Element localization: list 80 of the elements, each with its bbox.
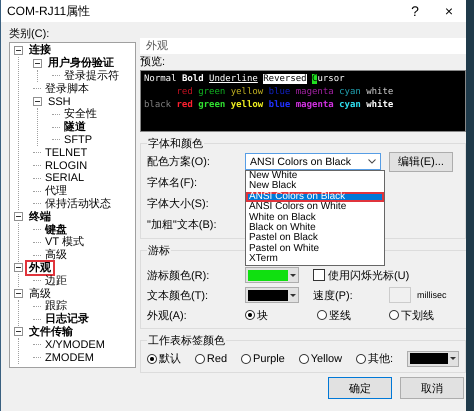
collapse-icon[interactable]	[14, 212, 23, 222]
radio-button[interactable]: 其他:	[356, 351, 394, 366]
radio-button[interactable]: 下划线	[389, 308, 461, 322]
section-title: 外观	[146, 40, 168, 52]
scheme-dropdown[interactable]: ANSI Colors on Black	[245, 153, 381, 170]
field-label: "加粗"文本(B):	[147, 218, 218, 232]
preview-label: 预览:	[140, 55, 166, 70]
field-label: 速度(P):	[313, 288, 354, 302]
cancel-button[interactable]: 取消	[400, 377, 464, 399]
field-label: 配色方案(O):	[147, 154, 211, 169]
tree-item[interactable]: VT 模式	[43, 236, 86, 248]
dropdown-option[interactable]: Black on White	[246, 223, 384, 234]
radio-button[interactable]: Purple	[241, 352, 285, 364]
field-label: 外观(A):	[147, 308, 188, 322]
dropdown-option[interactable]: ANSI Colors on Black	[246, 192, 384, 202]
collapse-icon[interactable]	[33, 58, 42, 68]
collapse-icon[interactable]	[14, 263, 23, 272]
tree-item[interactable]: 安全性	[62, 108, 99, 120]
tree-item[interactable]: 登录脚本	[43, 82, 91, 95]
dropdown-option[interactable]: New White	[246, 171, 384, 182]
radio-button[interactable]: Yellow	[298, 352, 342, 364]
close-button[interactable]: ×	[432, 0, 466, 22]
tree-item[interactable]: SERIAL	[43, 172, 86, 184]
tree-item[interactable]: 隧道	[62, 121, 88, 134]
collapse-icon[interactable]	[33, 97, 42, 106]
tree-item[interactable]: ZMODEM	[43, 352, 96, 364]
tree-item[interactable]: 文件传输	[27, 326, 75, 338]
unit-label: millisec	[417, 290, 447, 300]
collapse-icon[interactable]	[14, 46, 23, 55]
blink-checkbox[interactable]: 使用闪烁光标(U)	[313, 268, 410, 282]
tree-item[interactable]: 日志记录	[43, 313, 91, 326]
tree-item[interactable]: RLOGIN	[43, 160, 90, 172]
tree-item[interactable]: 终端	[27, 210, 53, 223]
field-label: 字体大小(S):	[147, 196, 210, 211]
tree-item[interactable]: SSH	[46, 96, 73, 108]
tree-item[interactable]: X/YMODEM	[43, 338, 107, 351]
group-title: 工作表标签颜色	[147, 334, 226, 348]
radio-button[interactable]: 竖线	[317, 308, 389, 322]
edit-button[interactable]: 编辑(E)...	[389, 152, 453, 172]
tree-item[interactable]: 用户身份验证	[46, 57, 116, 70]
dropdown-option[interactable]: ANSI Colors on White	[246, 202, 384, 213]
radio-button[interactable]: Red	[194, 352, 228, 364]
tree-item[interactable]: 高级	[27, 288, 53, 300]
color-picker[interactable]	[245, 267, 299, 283]
radio-button[interactable]: 默认	[147, 351, 181, 366]
window-title: COM-RJ11属性	[7, 2, 92, 20]
tree-item[interactable]: 键盘	[43, 224, 69, 236]
radio-button[interactable]: 块	[245, 308, 317, 322]
tree-item[interactable]: 保持活动状态	[43, 198, 113, 210]
dropdown-option[interactable]: Pastel on Black	[246, 233, 384, 244]
field-label: 字体名(F):	[147, 176, 198, 190]
dropdown-option[interactable]: XTerm	[246, 254, 384, 265]
tree-item[interactable]: 代理	[43, 185, 69, 198]
tree-item[interactable]: 外观	[27, 262, 53, 274]
tree-item[interactable]: 边距	[43, 274, 69, 287]
collapse-icon[interactable]	[14, 289, 23, 298]
preview-line: black red green yellow blue magenta cyan white	[144, 99, 394, 112]
dropdown-option[interactable]: White on Black	[246, 212, 384, 224]
chevron-icon	[368, 159, 376, 164]
speed-input[interactable]	[389, 287, 411, 303]
help-button[interactable]: ?	[398, 0, 432, 22]
field-label: 文本颜色(T):	[147, 288, 210, 302]
group-title: 字体和颜色	[147, 136, 204, 151]
group-title: 游标	[147, 244, 171, 258]
tree-item[interactable]: 登录提示符	[62, 70, 121, 82]
tree-item[interactable]: TELNET	[43, 146, 90, 159]
tree-item[interactable]: 连接	[27, 44, 53, 56]
tree-item[interactable]: 高级	[43, 249, 69, 262]
collapse-icon[interactable]	[14, 327, 23, 336]
category-label: 类别(C):	[9, 27, 50, 42]
ok-button[interactable]: 确定	[328, 377, 392, 399]
color-picker[interactable]	[406, 350, 459, 366]
preview-line: red green yellow blue magenta cyan white	[176, 86, 394, 99]
tree-item[interactable]: 跟踪	[43, 300, 69, 312]
color-picker[interactable]	[245, 287, 299, 303]
dropdown-option[interactable]: Pastel on White	[246, 244, 384, 254]
dropdown-option[interactable]: New Black	[246, 181, 384, 192]
tree-item[interactable]: SFTP	[62, 134, 94, 146]
field-label: 游标颜色(R):	[147, 268, 210, 282]
preview-line: Normal Bold Underline Reversed Cursor	[144, 73, 346, 86]
